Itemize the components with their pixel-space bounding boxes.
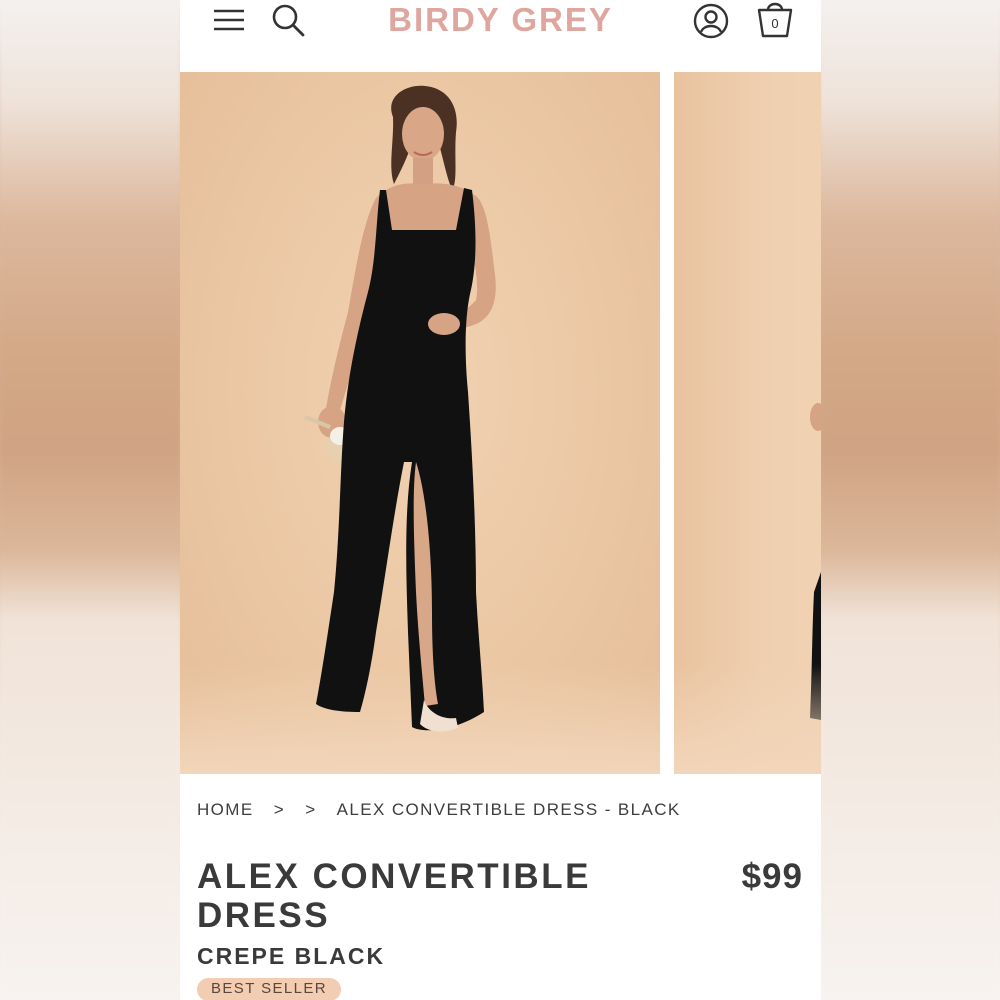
blurred-background-left — [0, 0, 180, 1000]
blurred-background-right — [820, 0, 1000, 1000]
product-color-name: CREPE BLACK — [197, 943, 386, 969]
product-price: $99 — [741, 857, 803, 896]
breadcrumb: HOME > > ALEX CONVERTIBLE DRESS - BLACK — [197, 800, 681, 824]
site-header: BIRDY GREY 0 — [180, 0, 821, 72]
product-title: ALEX CONVERTIBLE DRESS — [197, 857, 591, 935]
best-seller-badge: BEST SELLER — [197, 978, 342, 1000]
bag-count-badge: 0 — [771, 16, 779, 31]
model-in-black-dress-image — [304, 85, 496, 732]
search-icon[interactable] — [270, 2, 306, 38]
hamburger-menu-icon[interactable] — [212, 6, 246, 34]
product-image-next[interactable] — [674, 72, 821, 774]
product-image-main[interactable] — [180, 72, 660, 774]
breadcrumb-separator: > — [273, 800, 286, 819]
breadcrumb-current: ALEX CONVERTIBLE DRESS - BLACK — [336, 800, 681, 819]
account-icon[interactable] — [692, 2, 730, 40]
breadcrumb-home-link[interactable]: HOME — [197, 800, 254, 820]
breadcrumb-separator: > — [305, 800, 317, 819]
shopping-bag-icon[interactable]: 0 — [754, 0, 796, 40]
product-page: BIRDY GREY 0 HOME > > ALEX CONVERTIBLE D… — [180, 0, 821, 1000]
backdrop-floor — [674, 664, 821, 774]
